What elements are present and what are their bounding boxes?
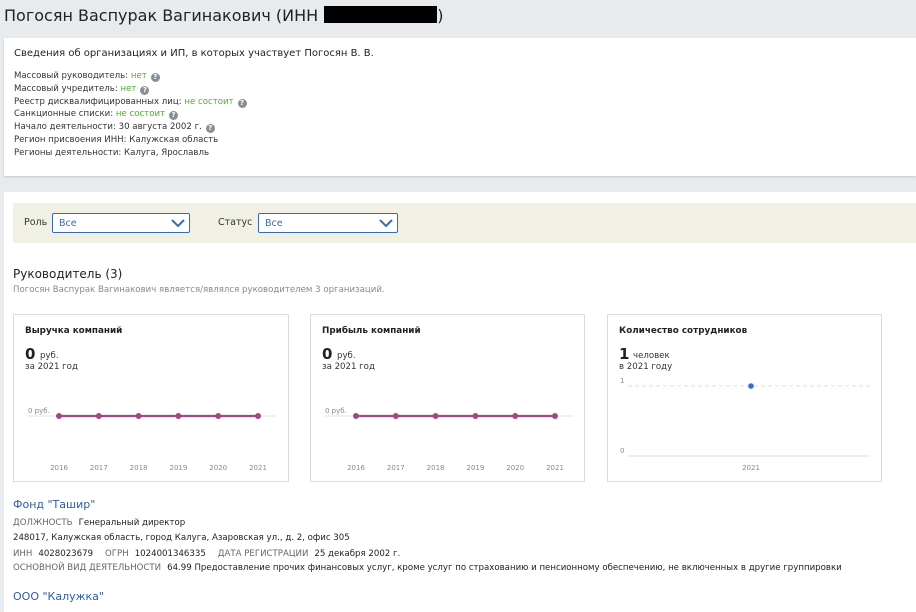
section-subtitle: Погосян Васпурак Вагинакович является/яв…	[13, 285, 385, 295]
position-value: Генеральный директор	[78, 518, 186, 528]
summary-row: Массовый руководитель: нет?	[14, 70, 247, 83]
role-filter-label: Роль	[24, 217, 48, 228]
data-point	[95, 413, 102, 419]
summary-row-label: Санкционные списки:	[14, 109, 114, 120]
scatter-chart-svg: 1 0 2021	[620, 377, 870, 472]
summary-heading: Сведения об организациях и ИП, в которых…	[14, 48, 374, 59]
x-tick-label: 2017	[90, 464, 108, 472]
summary-row: Санкционные списки: не состоит?	[14, 108, 247, 121]
x-tick-label: 2019	[466, 464, 484, 472]
summary-row-value: Калужская область	[129, 134, 219, 145]
org-position-row: ДОЛЖНОСТЬ Генеральный директор	[13, 518, 185, 528]
data-point	[135, 413, 142, 419]
status-select-value: Все	[265, 218, 283, 229]
x-tick-label: 2021	[742, 464, 760, 472]
data-point	[175, 413, 182, 419]
chevron-down-icon	[171, 219, 185, 228]
summary-row-value: нет	[130, 71, 147, 81]
role-select-value: Все	[59, 218, 77, 229]
org-ids-row: ИНН 4028023679 ОГРН 1024001346335 ДАТА РЕГИС…	[13, 549, 400, 559]
x-tick-label: 2018	[427, 464, 445, 472]
org-address: 248017, Калужская область, город Калуга,…	[13, 533, 350, 543]
data-point	[353, 413, 359, 419]
summary-row-value: не состоит	[184, 96, 234, 107]
organizations-card: Роль Все Статус Все Руководитель (3) Пог…	[4, 192, 916, 612]
chevron-down-icon	[379, 219, 393, 228]
page-title-end: )	[437, 6, 444, 25]
x-tick-label: 2021	[249, 464, 267, 472]
section-title: Руководитель (3)	[13, 267, 123, 281]
ogrn-value: 1024001346335	[134, 549, 206, 559]
y-tick-label: 0 руб.	[28, 407, 50, 415]
org-link-tashir[interactable]: Фонд "Ташир"	[13, 498, 95, 511]
profit-chart: Прибыль компаний 0 руб. за 2021 год 0 ру…	[310, 314, 585, 482]
data-point	[56, 413, 62, 419]
line-chart-svg: 0 руб. 2016 2017 2018 2019 2020 2021	[28, 407, 276, 472]
page-title-text: Погосян Васпурак Вагинакович (ИНН	[4, 6, 319, 25]
y-tick-label: 0	[620, 447, 624, 455]
summary-info-list: Массовый руководитель: нет? Массовый учре…	[14, 70, 247, 160]
summary-row-label: Начало деятельности:	[14, 122, 116, 133]
summary-row: Реестр дисквалифицированных лиц: не сост…	[14, 96, 247, 109]
inn-label: ИНН	[13, 549, 33, 559]
reg-date-label: ДАТА РЕГИСТРАЦИИ	[217, 549, 309, 559]
page-title: Погосян Васпурак Вагинакович (ИНН )	[4, 6, 444, 25]
x-tick-label: 2020	[506, 464, 524, 472]
help-icon[interactable]: ?	[140, 85, 150, 95]
help-icon[interactable]: ?	[205, 124, 215, 134]
summary-row-label: Массовый учредитель:	[14, 83, 118, 94]
data-point	[215, 413, 222, 419]
summary-row-label: Регион присвоения ИНН:	[14, 134, 127, 145]
data-point	[255, 413, 261, 419]
reg-date-value: 25 декабря 2002 г.	[314, 549, 401, 559]
data-point	[472, 413, 479, 419]
data-point	[512, 413, 519, 419]
x-tick-label: 2021	[546, 464, 564, 472]
org-activity-row: ОСНОВНОЙ ВИД ДЕЯТЕЛЬНОСТИ 64.99 Предостав…	[13, 563, 842, 573]
x-tick-label: 2016	[347, 464, 365, 472]
x-tick-label: 2017	[387, 464, 405, 472]
employees-chart: Количество сотрудников 1 человек в 2021 …	[607, 314, 882, 482]
activity-label: ОСНОВНОЙ ВИД ДЕЯТЕЛЬНОСТИ	[13, 563, 162, 573]
help-icon[interactable]: ?	[237, 98, 247, 108]
position-label: ДОЛЖНОСТЬ	[13, 518, 73, 528]
activity-value: 64.99 Предоставление прочих финансовых у…	[167, 563, 842, 573]
summary-row-value: не состоит	[115, 109, 166, 120]
line-chart-svg: 0 руб. 2016 2017 2018 2019 2020 2021	[325, 407, 573, 472]
ogrn-label: ОГРН	[105, 549, 129, 559]
data-point	[748, 383, 754, 389]
x-tick-label: 2020	[209, 464, 227, 472]
x-tick-label: 2016	[50, 464, 68, 472]
summary-row: Регионы деятельности: Калуга, Ярославль	[14, 147, 247, 160]
data-point	[432, 413, 439, 419]
role-select[interactable]: Все	[52, 213, 190, 233]
data-point	[552, 413, 558, 419]
summary-row: Регион присвоения ИНН: Калужская область	[14, 134, 247, 147]
x-tick-label: 2019	[169, 464, 187, 472]
inn-value: 4028023679	[38, 549, 94, 559]
summary-row: Массовый учредитель: нет?	[14, 83, 247, 96]
status-filter-label: Статус	[218, 217, 253, 228]
y-tick-label: 1	[620, 377, 624, 385]
summary-row: Начало деятельности: 30 августа 2002 г.?	[14, 121, 247, 134]
help-icon[interactable]: ?	[169, 111, 179, 121]
summary-row-label: Массовый руководитель:	[14, 71, 129, 81]
redacted-inn	[324, 6, 438, 23]
summary-card: Сведения об организациях и ИП, в которых…	[4, 38, 916, 176]
x-tick-label: 2018	[130, 464, 148, 472]
revenue-chart: Выручка компаний 0 руб. за 2021 год 0 ру…	[13, 314, 289, 482]
data-point	[392, 413, 399, 419]
summary-row-label: Реестр дисквалифицированных лиц:	[14, 96, 182, 107]
summary-row-value: 30 августа 2002 г.	[118, 122, 202, 133]
org-link-kaluzhka[interactable]: ООО "Калужка"	[13, 590, 104, 603]
y-tick-label: 0 руб.	[325, 407, 347, 415]
status-select[interactable]: Все	[258, 213, 398, 233]
filters-bar: Роль Все Статус Все	[13, 203, 916, 243]
summary-row-value: Калуга, Ярославль	[124, 147, 210, 158]
help-icon[interactable]: ?	[150, 73, 160, 82]
summary-row-value: нет	[120, 83, 137, 94]
summary-row-label: Регионы деятельности:	[14, 147, 122, 158]
